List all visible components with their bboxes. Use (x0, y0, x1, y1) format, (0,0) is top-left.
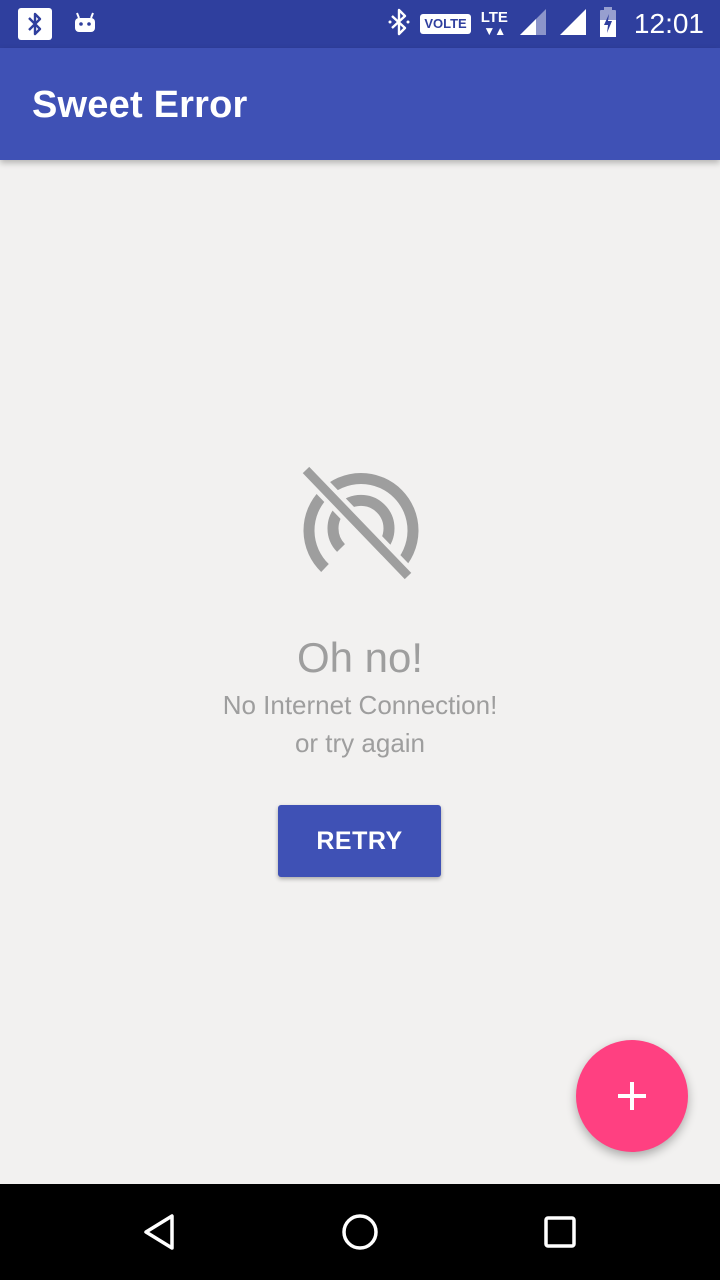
home-icon (342, 1214, 378, 1250)
nav-bar (0, 1184, 720, 1280)
app-title: Sweet Error (32, 84, 248, 126)
lte-label: LTE (480, 9, 508, 26)
recents-icon (544, 1216, 576, 1248)
data-arrows-icon: ▼▲ (483, 24, 506, 38)
no-signal-icon (290, 460, 430, 590)
volte-badge: VOLTE (420, 14, 471, 34)
home-button[interactable] (336, 1208, 384, 1256)
add-fab-button[interactable] (576, 1040, 688, 1152)
retry-button[interactable]: RETRY (278, 805, 441, 877)
signal-icon (558, 7, 588, 42)
error-subtext: or try again (294, 728, 426, 758)
signal-icon (518, 7, 548, 42)
error-message: No Internet Connection! (222, 690, 498, 720)
clock: 12:01 (633, 8, 704, 39)
error-view: Oh no! No Internet Connection! or try ag… (0, 160, 720, 1184)
back-button[interactable] (136, 1208, 184, 1256)
android-icon (72, 9, 98, 40)
battery-charging-icon (598, 6, 618, 43)
bluetooth-icon (388, 8, 410, 41)
status-bar: VOLTE LTE ▼▲ 12:01 (0, 0, 720, 48)
status-bar-left (18, 8, 98, 40)
recents-button[interactable] (536, 1208, 584, 1256)
back-icon (144, 1214, 174, 1250)
status-bar-right: VOLTE LTE ▼▲ 12:01 (388, 6, 704, 42)
bluetooth-notification-icon (18, 8, 52, 40)
app-bar: Sweet Error (0, 48, 720, 160)
error-title: Oh no! (296, 634, 424, 681)
plus-icon (618, 1082, 646, 1110)
lte-indicator: LTE ▼▲ (480, 9, 508, 38)
